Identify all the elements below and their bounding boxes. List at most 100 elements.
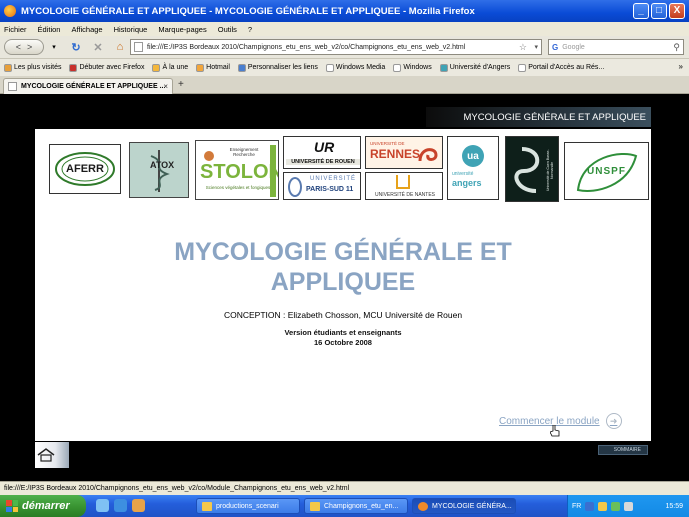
nantes-emblem-icon: [396, 175, 410, 189]
language-indicator[interactable]: FR: [572, 503, 581, 510]
module-title-line1: MYCOLOGIE GÉNÉRALE ET: [174, 238, 512, 266]
tray-volume-icon[interactable]: [624, 501, 634, 511]
url-bar[interactable]: file:///E:/IP3S Bordeaux 2010/Champignon…: [130, 39, 542, 55]
tray-security-icon[interactable]: [598, 501, 608, 511]
module-title-line2: APPLIQUEE: [270, 268, 416, 296]
screen: MYCOLOGIE GÉNÉRALE ET APPLIQUEE - MYCOLO…: [0, 0, 689, 517]
windows-flag-icon: [6, 500, 18, 512]
history-dropdown-icon[interactable]: ▾: [46, 39, 62, 55]
paris-sud-text: PARIS-SUD 11: [306, 186, 354, 193]
navigation-toolbar: < > ▾ ↻ ✕ ⌂ file:///E:/IP3S Bordeaux 201…: [0, 36, 689, 58]
close-tab-icon[interactable]: ×: [163, 82, 168, 91]
reload-icon[interactable]: ↻: [68, 39, 84, 55]
system-tray: FR 15:59: [567, 495, 689, 517]
conception-credit: CONCEPTION : Elizabeth Chosson, MCU Univ…: [223, 310, 463, 320]
atox-logo: ATOX: [129, 142, 189, 198]
task-champignons[interactable]: Champignons_etu_en...: [304, 498, 408, 514]
bookmark-star-icon[interactable]: ☆: [519, 42, 527, 53]
minimize-button[interactable]: _: [633, 3, 649, 19]
menu-historique[interactable]: Historique: [114, 25, 148, 34]
taskbar: démarrer productions_scenari Champignons…: [0, 495, 689, 517]
start-button[interactable]: démarrer: [0, 495, 86, 517]
home-button[interactable]: [35, 442, 69, 468]
angers-text: angers: [452, 178, 482, 188]
menu-affichage[interactable]: Affichage: [71, 25, 102, 34]
bookmark-item[interactable]: Les plus visités: [4, 63, 61, 72]
tab-bar: MYCOLOGIE GÉNÉRALE ET APPLIQUEE ... × +: [0, 76, 689, 94]
start-label: démarrer: [22, 500, 70, 512]
menu-outils[interactable]: Outils: [218, 25, 237, 34]
bookmark-item[interactable]: Windows: [393, 63, 432, 72]
rennes-swirl-icon: [418, 148, 438, 162]
partner-logos: AFERR ATOX Enseignement Recherche STOLON…: [47, 136, 649, 202]
maximize-button[interactable]: □: [651, 3, 667, 19]
bookmark-item[interactable]: À la une: [152, 63, 188, 72]
media-icon[interactable]: [132, 499, 145, 512]
clock: 15:59: [665, 502, 683, 510]
menu-marque-pages[interactable]: Marque-pages: [158, 25, 206, 34]
bookmark-item[interactable]: Hotmail: [196, 63, 230, 72]
back-forward-buttons[interactable]: < >: [4, 39, 44, 55]
page-content: MYCOLOGIE GÉNÉRALE ET APPLIQUEE AFERR AT…: [0, 94, 689, 481]
rennes-top: UNIVERSITÉ DE: [370, 141, 405, 146]
caen-text: Université de Caen Basse-Normandie: [546, 149, 554, 191]
stolon-logo: Enseignement Recherche STOLON Sciences v…: [195, 140, 279, 200]
window-titlebar[interactable]: MYCOLOGIE GÉNÉRALE ET APPLIQUEE - MYCOLO…: [0, 0, 689, 22]
aferr-text: AFERR: [66, 163, 104, 175]
stolon-text: STOLON: [200, 161, 279, 183]
menu-bar: Fichier Édition Affichage Historique Mar…: [0, 22, 689, 36]
caduceus-icon: [150, 150, 170, 192]
tab-label: MYCOLOGIE GÉNÉRALE ET APPLIQUEE ...: [21, 83, 166, 90]
msn-icon: [237, 63, 246, 72]
window-title: MYCOLOGIE GÉNÉRALE ET APPLIQUEE - MYCOLO…: [21, 5, 475, 17]
tray-help-icon[interactable]: [585, 501, 595, 511]
bookmarks-overflow-icon[interactable]: »: [679, 62, 683, 71]
folder-icon: [202, 501, 212, 511]
start-module-link[interactable]: Commencer le module ➜: [499, 413, 622, 429]
menu-help[interactable]: ?: [248, 25, 252, 34]
new-tab-icon[interactable]: +: [178, 79, 184, 90]
home-icon[interactable]: ⌂: [112, 39, 128, 55]
bookmark-item[interactable]: Portail d'Accès au Rés...: [518, 63, 604, 72]
msn-icon: [196, 63, 205, 72]
desktop-icon[interactable]: [96, 499, 109, 512]
menu-fichier[interactable]: Fichier: [4, 25, 27, 34]
tray-network-icon[interactable]: [611, 501, 621, 511]
search-bar[interactable]: G Google ⚲: [548, 39, 684, 55]
search-placeholder: Google: [562, 43, 585, 51]
ie-icon[interactable]: [114, 499, 127, 512]
forward-arrow-icon[interactable]: >: [27, 42, 32, 52]
sommaire-button[interactable]: SOMMAIRE: [598, 445, 648, 455]
url-dropdown-icon[interactable]: ▾: [534, 43, 538, 51]
bookmark-folder-icon: [4, 63, 12, 72]
bookmark-item[interactable]: Personnaliser les liens: [237, 63, 318, 72]
bookmark-item[interactable]: Université d'Angers: [439, 63, 510, 72]
module-header: MYCOLOGIE GÉNÉRALE ET APPLIQUEE: [426, 107, 651, 127]
back-arrow-icon[interactable]: <: [16, 42, 21, 52]
arrow-right-icon[interactable]: ➜: [605, 413, 622, 429]
close-button[interactable]: X: [669, 3, 685, 19]
folder-icon: [310, 501, 320, 511]
angers-logo: ua université angers: [447, 136, 499, 200]
search-icon[interactable]: ⚲: [673, 42, 680, 53]
menu-edition[interactable]: Édition: [38, 25, 61, 34]
bookmark-item[interactable]: Débuter avec Firefox: [69, 63, 144, 72]
stop-icon[interactable]: ✕: [90, 39, 106, 55]
page-icon: [325, 63, 334, 72]
paris-sud-logo: UNIVERSITÉ PARIS-SUD 11: [283, 172, 361, 200]
version-info: Version étudiants et enseignants 16 Octo…: [35, 328, 651, 348]
bookmark-item[interactable]: Windows Media: [325, 63, 385, 72]
rss-icon: [152, 63, 161, 72]
quick-launch: [96, 499, 145, 512]
task-firefox[interactable]: MYCOLOGIE GÉNÉRA...: [412, 498, 516, 514]
google-icon[interactable]: G: [552, 43, 558, 52]
tab-mycologie[interactable]: MYCOLOGIE GÉNÉRALE ET APPLIQUEE ... ×: [3, 78, 173, 94]
page-icon: [134, 42, 143, 52]
hand-cursor-icon: [550, 425, 560, 437]
window-controls: _ □ X: [633, 3, 685, 19]
task-productions[interactable]: productions_scenari: [196, 498, 300, 514]
page-icon: [393, 63, 402, 72]
angers-ua: ua: [462, 145, 484, 167]
rouen-text: UNIVERSITÉ DE ROUEN: [286, 159, 360, 165]
nantes-logo: UNIVERSITÉ DE NANTES: [365, 172, 443, 200]
